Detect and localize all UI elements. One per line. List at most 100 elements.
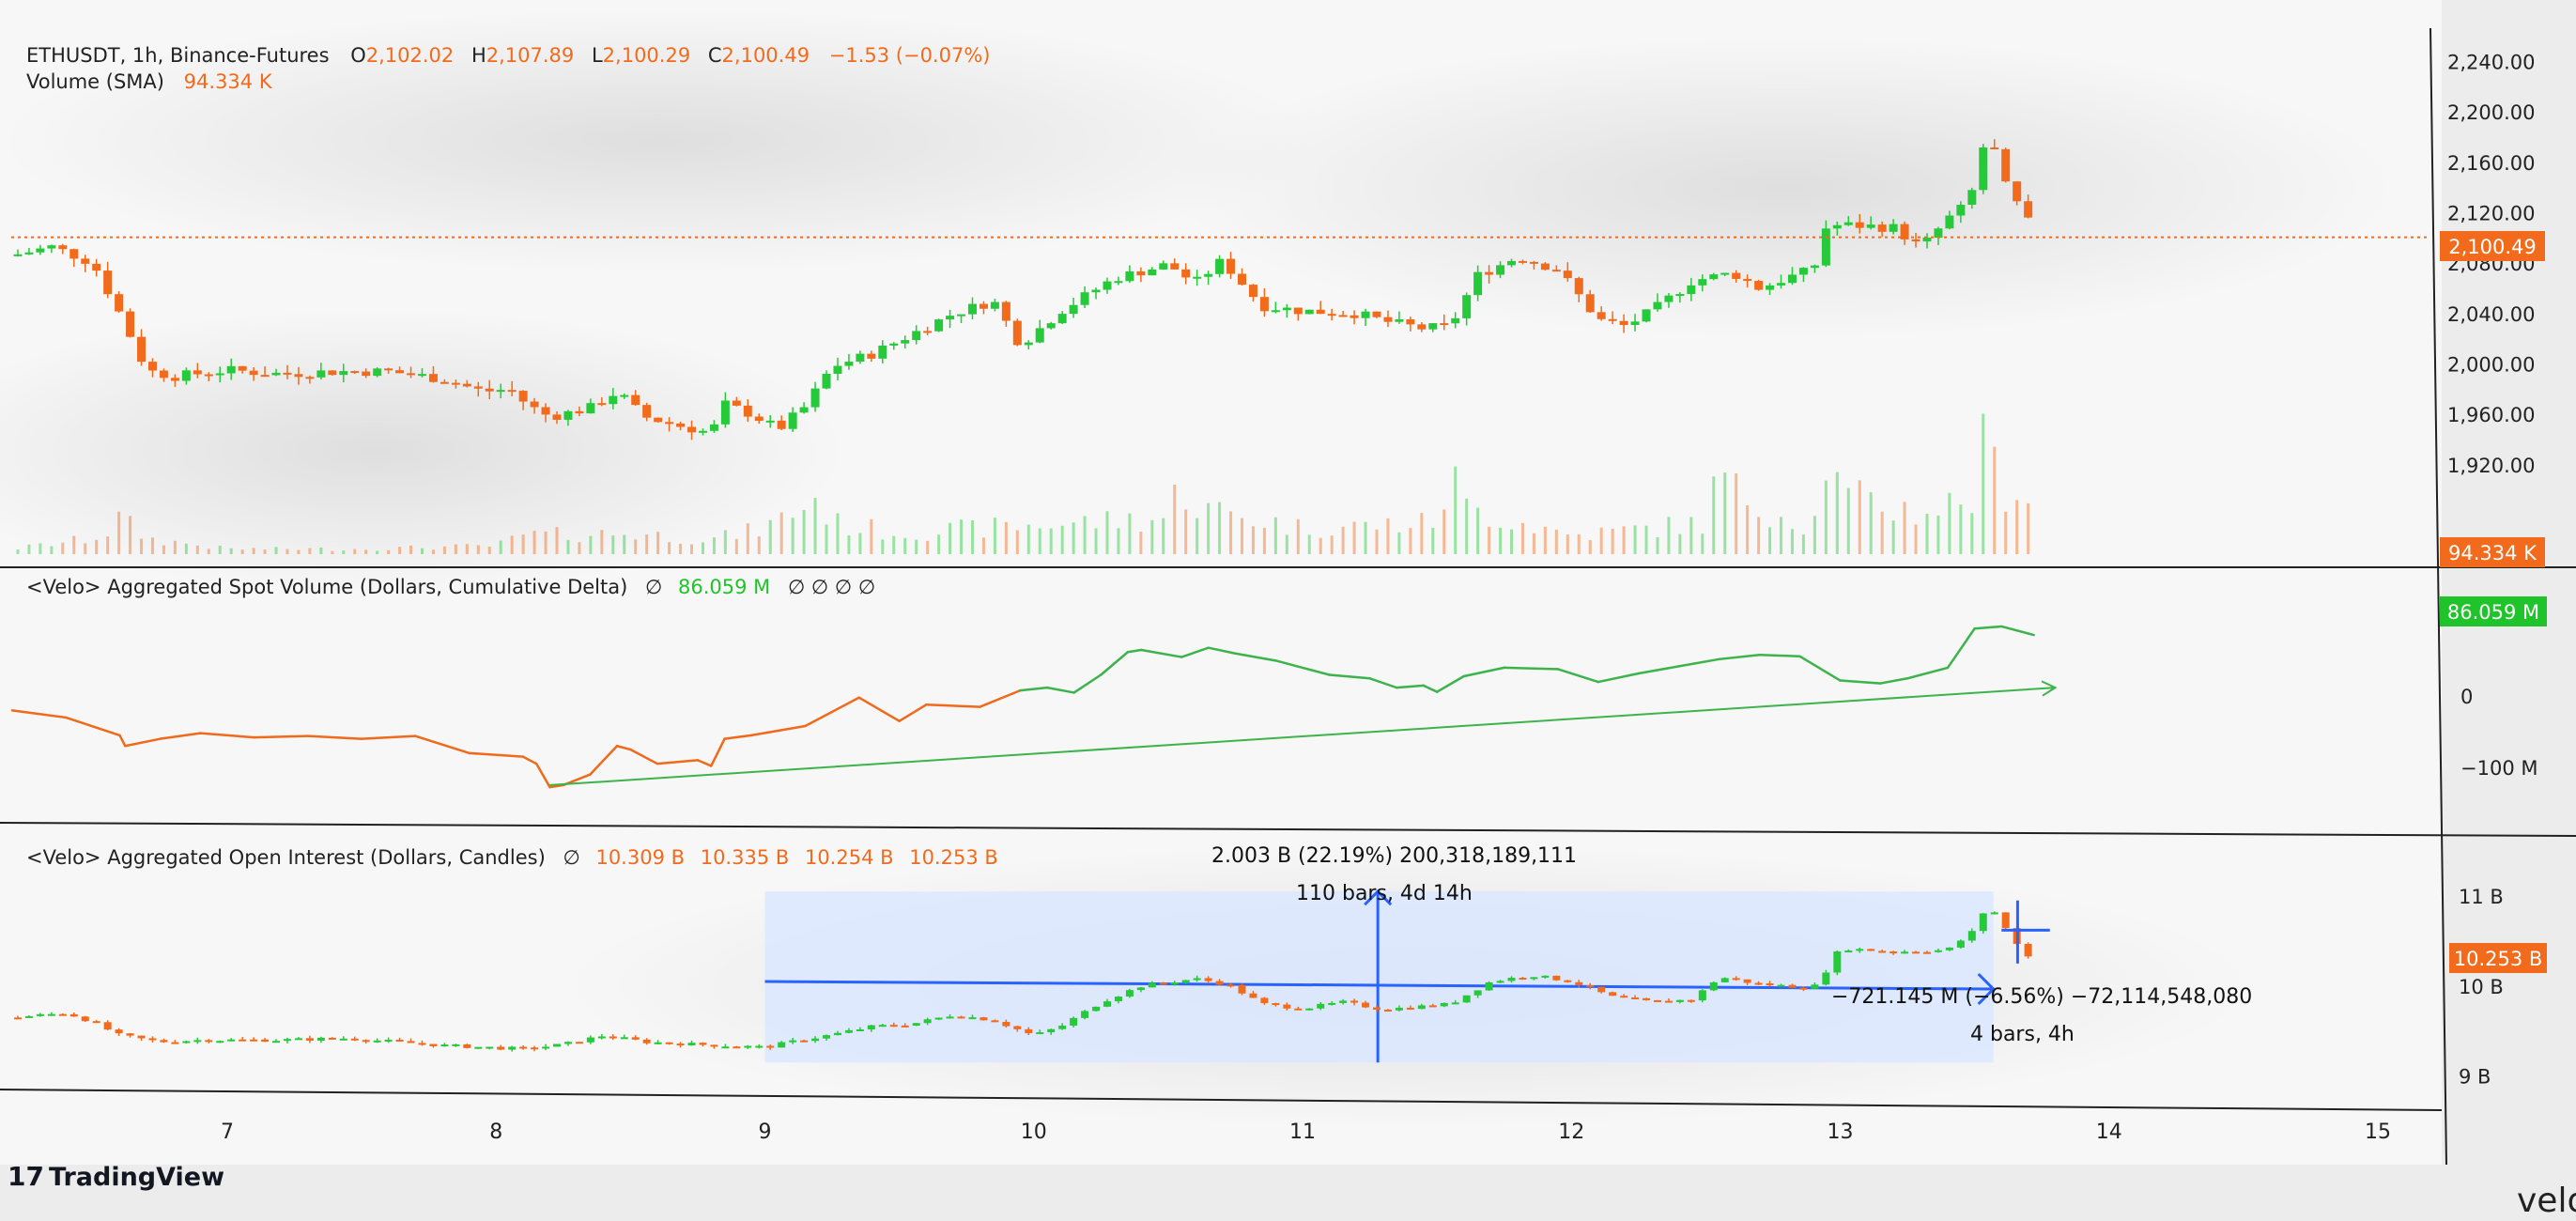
price-candle-body bbox=[912, 331, 921, 341]
volume-bar bbox=[84, 543, 87, 554]
volume-bar bbox=[813, 498, 817, 554]
price-candle-body bbox=[496, 390, 505, 393]
oi-candle-body bbox=[1878, 951, 1887, 953]
oi-candle-body bbox=[1766, 982, 1774, 986]
volume-bar bbox=[1330, 535, 1334, 554]
oi-candle-body bbox=[160, 1040, 168, 1043]
volume-bar bbox=[465, 544, 469, 554]
price-candle-body bbox=[1956, 205, 1966, 216]
oi-candle-body bbox=[1967, 931, 1976, 941]
oi-candle-body bbox=[934, 1017, 943, 1020]
oi-candle-body bbox=[339, 1038, 347, 1041]
price-candle-body bbox=[1787, 274, 1797, 284]
price-candle-body bbox=[1810, 265, 1819, 269]
oi-candle-body bbox=[1922, 951, 1931, 954]
oi-candle-body bbox=[497, 1046, 505, 1050]
price-candle-body bbox=[305, 377, 315, 379]
volume-bar bbox=[723, 530, 727, 554]
volume-bar bbox=[1667, 517, 1671, 554]
cvd-line-segment bbox=[1758, 654, 1801, 658]
price-candle-body bbox=[1383, 317, 1393, 322]
oi-legend-value-3: 10.254 B bbox=[805, 846, 894, 869]
oi-candle-body bbox=[609, 1036, 617, 1039]
oi-candle-body bbox=[1181, 980, 1190, 983]
oi-candle-body bbox=[1417, 1005, 1426, 1010]
oi-candle-body bbox=[58, 1013, 67, 1016]
price-candle-body bbox=[451, 382, 460, 385]
volume-bar bbox=[274, 547, 278, 554]
oi-candle-body bbox=[261, 1039, 270, 1043]
oi-measure-tool[interactable] bbox=[764, 889, 1996, 1063]
price-candle-body bbox=[1653, 301, 1662, 310]
volume-bar bbox=[1139, 532, 1143, 554]
volume-bar bbox=[1026, 524, 1030, 554]
volume-bar bbox=[61, 542, 65, 554]
cvd-legend-value: 86.059 M bbox=[678, 576, 770, 598]
oi-candle-body bbox=[171, 1042, 179, 1044]
price-candle-body bbox=[856, 353, 865, 363]
volume-bar bbox=[1532, 533, 1535, 554]
price-axis-tick: 1,960.00 bbox=[2447, 404, 2536, 426]
volume-bar bbox=[1633, 525, 1637, 554]
price-candle-body bbox=[743, 405, 752, 417]
volume-bar bbox=[981, 537, 985, 554]
oi-axis-tick: 11 B bbox=[2459, 886, 2504, 908]
volume-bar bbox=[623, 534, 626, 554]
oi-candle-body bbox=[1609, 992, 1617, 997]
oi-candle-body bbox=[1350, 1000, 1359, 1003]
oi-candle-body bbox=[946, 1016, 954, 1019]
oi-candle-body bbox=[1025, 1028, 1033, 1034]
oi-candle-body bbox=[1687, 999, 1695, 1002]
oi-candle-body bbox=[755, 1045, 764, 1048]
volume-bar bbox=[487, 546, 491, 554]
volume-bar bbox=[892, 535, 896, 554]
volume-bar bbox=[870, 518, 873, 554]
oi-candle-body bbox=[844, 1029, 853, 1033]
price-candle-body bbox=[1877, 224, 1887, 232]
price-candle-body bbox=[249, 370, 258, 376]
price-legend-symbol: ETHUSDT, 1h, Binance-Futures bbox=[26, 44, 330, 67]
price-candle-body bbox=[204, 374, 213, 377]
price-candle-body bbox=[1327, 314, 1336, 317]
volume-bar bbox=[1554, 529, 1558, 554]
volume-bar bbox=[1970, 513, 1974, 554]
price-candle-body bbox=[1193, 276, 1202, 279]
oi-candle-body bbox=[1890, 951, 1898, 954]
price-candle-body bbox=[1159, 263, 1168, 270]
volume-bar bbox=[1409, 528, 1412, 554]
volume-bar bbox=[645, 534, 649, 554]
oi-candle-body bbox=[553, 1043, 562, 1047]
volume-bar bbox=[1588, 539, 1592, 554]
volume-bar bbox=[903, 537, 907, 554]
oi-candle-body bbox=[182, 1041, 191, 1043]
oi-candle-body bbox=[586, 1037, 594, 1043]
oi-candle-body bbox=[2001, 912, 2010, 929]
oi-candle-body bbox=[1530, 977, 1538, 980]
price-candle-body bbox=[1843, 222, 1853, 225]
volume-bar bbox=[454, 544, 457, 554]
oi-candle-body bbox=[1822, 972, 1830, 985]
time-axis-tick: 9 bbox=[759, 1121, 772, 1144]
volume-bar bbox=[207, 549, 210, 554]
oi-candle-body bbox=[1406, 1007, 1414, 1010]
oi-candle-body bbox=[103, 1022, 112, 1030]
price-candle-body bbox=[1642, 309, 1651, 322]
oi-candle-body bbox=[193, 1040, 202, 1043]
volume-bar bbox=[398, 547, 402, 554]
oi-candle-body bbox=[1193, 978, 1201, 981]
price-candle-body bbox=[665, 422, 674, 425]
price-candle-body bbox=[754, 416, 764, 422]
last-price-badge: 2,100.49 bbox=[2440, 231, 2545, 261]
price-candle-body bbox=[1091, 289, 1101, 293]
volume-bar bbox=[1746, 505, 1750, 554]
oi-candle-body bbox=[766, 1045, 775, 1048]
price-candle-body bbox=[1518, 260, 1527, 263]
time-axis-tick: 15 bbox=[2365, 1121, 2391, 1144]
svg-text:Volume (SMA) 94.334 K: Volume (SMA) 94.334 K bbox=[26, 70, 273, 93]
price-candle-body bbox=[799, 407, 809, 413]
oi-candle-body bbox=[1945, 947, 1953, 951]
price-candle-body bbox=[676, 423, 686, 427]
price-candle-body bbox=[1350, 315, 1359, 318]
volume-bar bbox=[1846, 487, 1850, 554]
oi-axis-tick: 10 B bbox=[2459, 976, 2504, 998]
